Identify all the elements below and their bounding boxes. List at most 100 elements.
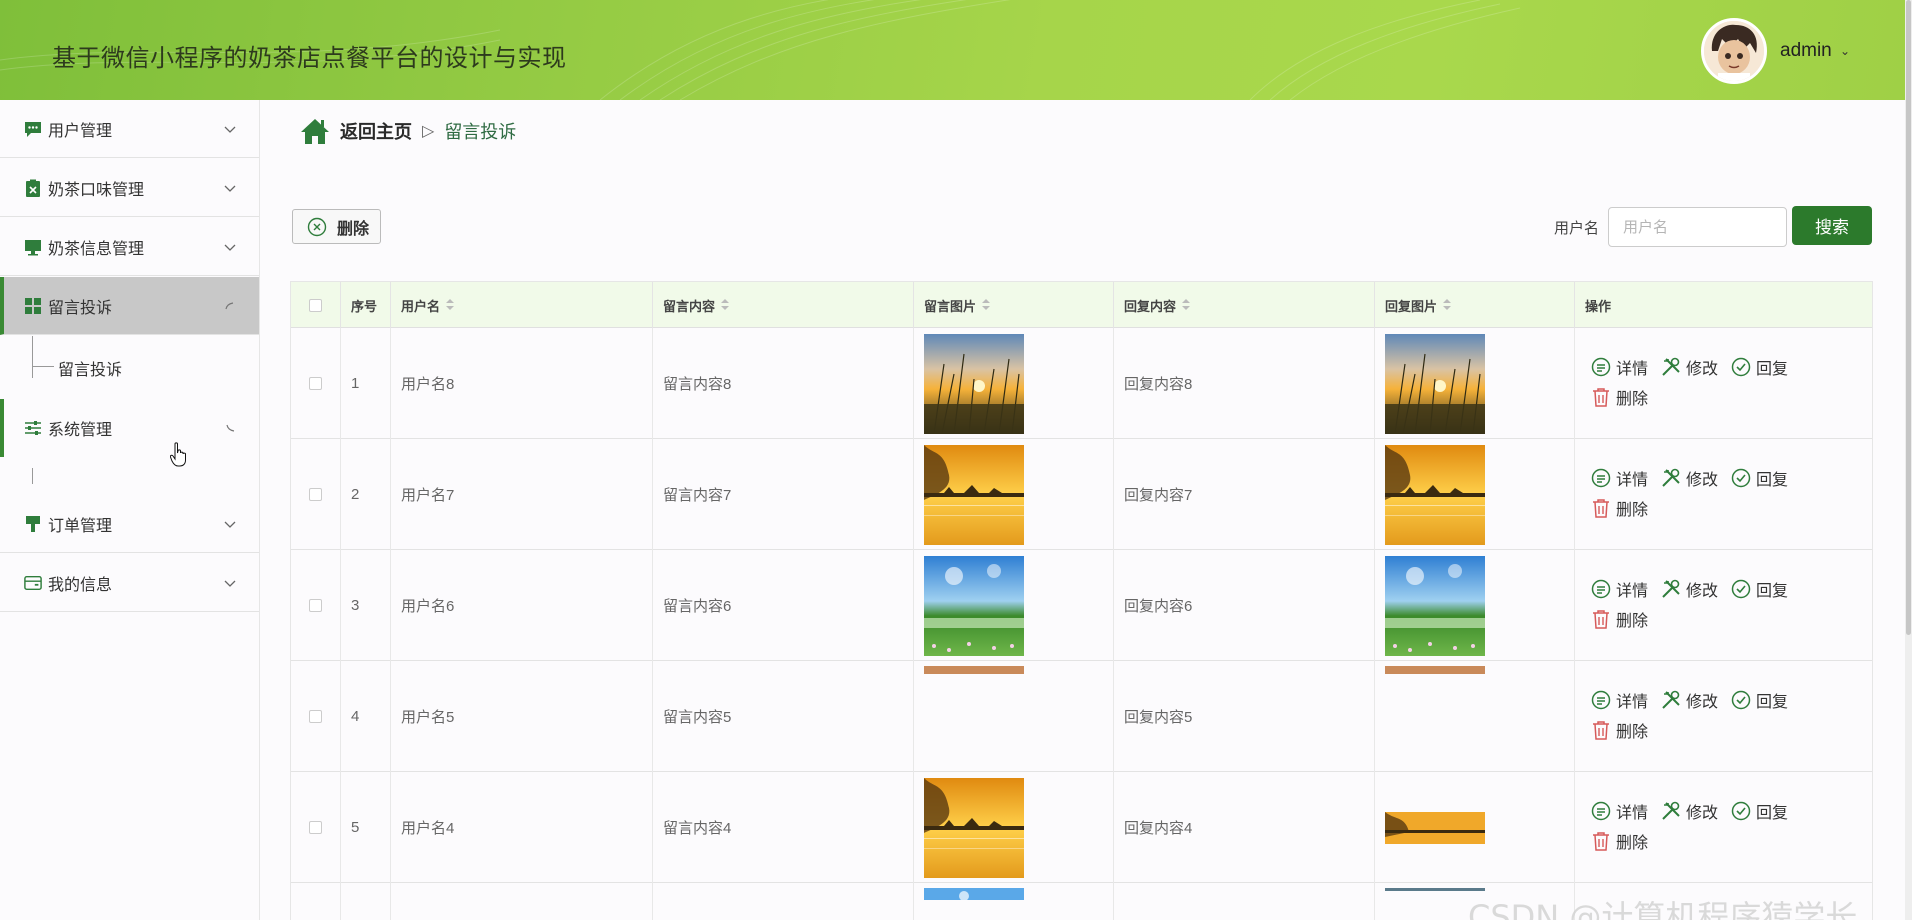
chevron-down-icon bbox=[224, 244, 236, 251]
table-row[interactable]: 3 用户名6 留言内容6 回复内容6 详情 修改 回复 删除 bbox=[291, 550, 1872, 661]
row-delete-button[interactable]: 删除 bbox=[1590, 607, 1648, 631]
sidebar-item-my-info[interactable]: 我的信息 bbox=[0, 554, 259, 612]
sidebar-item-tea-flavor[interactable]: 奶茶口味管理 bbox=[0, 159, 259, 217]
table-row[interactable]: 5 用户名4 留言内容4 回复内容4 详情 修改 回复 删除 bbox=[291, 772, 1872, 883]
row-checkbox[interactable] bbox=[309, 599, 322, 612]
page-scrollbar[interactable] bbox=[1905, 0, 1912, 920]
message-cell: 留言内容7 bbox=[653, 439, 914, 550]
scrollbar-thumb[interactable] bbox=[1906, 0, 1911, 635]
table-row[interactable]: 1 用户名8 留言内容8 回复内容8 详情 修改 回复 删除 bbox=[291, 328, 1872, 439]
row-delete-button[interactable]: 删除 bbox=[1590, 829, 1648, 853]
sort-icon[interactable] bbox=[446, 299, 455, 311]
detail-icon bbox=[1591, 690, 1611, 710]
sidebar-item-user-management[interactable]: 用户管理 bbox=[0, 100, 259, 158]
message-cell: 留言内容8 bbox=[653, 328, 914, 439]
sunset-grass-image[interactable] bbox=[924, 333, 1024, 434]
th-message-image[interactable]: 留言图片 bbox=[914, 282, 1114, 328]
edit-button[interactable]: 修改 bbox=[1660, 577, 1718, 601]
table-header: 序号 用户名 留言内容 留言图片 回复内容 回复图片 操作 bbox=[291, 282, 1872, 328]
message-cell: 留言内容5 bbox=[653, 661, 914, 772]
edit-button[interactable]: 修改 bbox=[1660, 799, 1718, 823]
trash-icon bbox=[1593, 610, 1609, 629]
home-icon[interactable] bbox=[300, 117, 330, 145]
action-label: 修改 bbox=[1686, 694, 1719, 711]
breadcrumb-home-link[interactable]: 返回主页 bbox=[340, 118, 412, 144]
edit-button[interactable]: 修改 bbox=[1660, 355, 1718, 379]
sidebar-item-orders[interactable]: 订单管理 bbox=[0, 495, 259, 553]
sort-icon[interactable] bbox=[721, 299, 730, 311]
th-reply-image[interactable]: 回复图片 bbox=[1375, 282, 1575, 328]
sunset-grass-image[interactable] bbox=[1385, 333, 1485, 434]
detail-button[interactable]: 详情 bbox=[1590, 688, 1648, 712]
sidebar-item-feedback[interactable]: 留言投诉 bbox=[0, 277, 259, 335]
th-label: 回复图片 bbox=[1385, 298, 1438, 314]
reply-button[interactable]: 回复 bbox=[1730, 688, 1788, 712]
table-row[interactable]: 4 用户名5 留言内容5 回复内容5 详情 修改 回复 删除 bbox=[291, 661, 1872, 772]
orange-lake-image[interactable] bbox=[924, 777, 1024, 878]
chevron-up-icon bbox=[226, 424, 235, 432]
table-row[interactable]: 2 用户名7 留言内容7 回复内容7 详情 修改 回复 删除 bbox=[291, 439, 1872, 550]
chevron-up-icon bbox=[225, 301, 234, 309]
tools-edit-icon bbox=[1662, 468, 1680, 487]
reply-button[interactable]: 回复 bbox=[1730, 466, 1788, 490]
reply-button[interactable]: 回复 bbox=[1730, 799, 1788, 823]
grid-icon bbox=[24, 297, 42, 315]
blue-meadow-image[interactable] bbox=[1385, 555, 1485, 656]
monitor-icon bbox=[24, 238, 42, 256]
top-header: 基于微信小程序的奶茶店点餐平台的设计与实现 admin ⌄ bbox=[0, 0, 1905, 100]
detail-button[interactable]: 详情 bbox=[1590, 355, 1648, 379]
reply-image-cell bbox=[1375, 661, 1575, 772]
select-cell bbox=[291, 328, 341, 439]
orange-lake-image[interactable] bbox=[1385, 811, 1485, 844]
username-search-input[interactable] bbox=[1608, 207, 1787, 247]
th-username[interactable]: 用户名 bbox=[391, 282, 653, 328]
reply-button[interactable]: 回复 bbox=[1730, 355, 1788, 379]
message-image-cell bbox=[914, 328, 1114, 439]
row-checkbox[interactable] bbox=[309, 821, 322, 834]
trash-icon bbox=[1593, 721, 1609, 740]
edit-button[interactable]: 修改 bbox=[1660, 466, 1718, 490]
action-label: 删除 bbox=[1616, 724, 1649, 741]
submenu-item-feedback[interactable]: 留言投诉 bbox=[0, 336, 259, 398]
detail-button[interactable]: 详情 bbox=[1590, 577, 1648, 601]
row-delete-button[interactable]: 删除 bbox=[1590, 385, 1648, 409]
sky-image[interactable] bbox=[924, 888, 1024, 900]
check-circle-icon bbox=[1731, 690, 1751, 710]
orange-lake-image[interactable] bbox=[1385, 444, 1485, 545]
action-label: 详情 bbox=[1616, 472, 1649, 489]
image-strip[interactable] bbox=[924, 666, 1024, 674]
reply-image-cell bbox=[1375, 328, 1575, 439]
user-dropdown-chevron-icon[interactable]: ⌄ bbox=[1840, 44, 1850, 58]
user-avatar[interactable] bbox=[1701, 18, 1767, 84]
reply-button[interactable]: 回复 bbox=[1730, 577, 1788, 601]
row-delete-button[interactable]: 删除 bbox=[1590, 718, 1648, 742]
tree-line bbox=[32, 336, 33, 378]
row-checkbox[interactable] bbox=[309, 710, 322, 723]
blue-meadow-image[interactable] bbox=[924, 555, 1024, 656]
edit-button[interactable]: 修改 bbox=[1660, 688, 1718, 712]
row-checkbox[interactable] bbox=[309, 488, 322, 501]
message-image-cell bbox=[914, 439, 1114, 550]
image-strip[interactable] bbox=[1385, 888, 1485, 891]
sort-icon[interactable] bbox=[1182, 299, 1191, 311]
image-strip[interactable] bbox=[1385, 666, 1485, 674]
sort-icon[interactable] bbox=[1443, 299, 1452, 311]
row-checkbox[interactable] bbox=[309, 377, 322, 390]
detail-button[interactable]: 详情 bbox=[1590, 466, 1648, 490]
select-all-checkbox[interactable] bbox=[309, 298, 322, 312]
row-delete-button[interactable]: 删除 bbox=[1590, 496, 1648, 520]
actions-cell: 详情 修改 回复删除 bbox=[1575, 439, 1872, 550]
batch-delete-button[interactable]: 删除 bbox=[292, 209, 381, 244]
sidebar-item-system[interactable]: 系统管理 bbox=[0, 399, 259, 457]
th-message[interactable]: 留言内容 bbox=[653, 282, 914, 328]
detail-button[interactable]: 详情 bbox=[1590, 799, 1648, 823]
username-label[interactable]: admin bbox=[1780, 40, 1832, 62]
search-button[interactable]: 搜索 bbox=[1792, 206, 1872, 245]
orange-lake-image[interactable] bbox=[924, 444, 1024, 545]
th-reply[interactable]: 回复内容 bbox=[1114, 282, 1375, 328]
sidebar-item-tea-info[interactable]: 奶茶信息管理 bbox=[0, 218, 259, 276]
select-cell bbox=[291, 661, 341, 772]
reply-cell: 回复内容6 bbox=[1114, 550, 1375, 661]
sort-icon[interactable] bbox=[982, 299, 991, 311]
username-cell: 用户名7 bbox=[391, 439, 653, 550]
